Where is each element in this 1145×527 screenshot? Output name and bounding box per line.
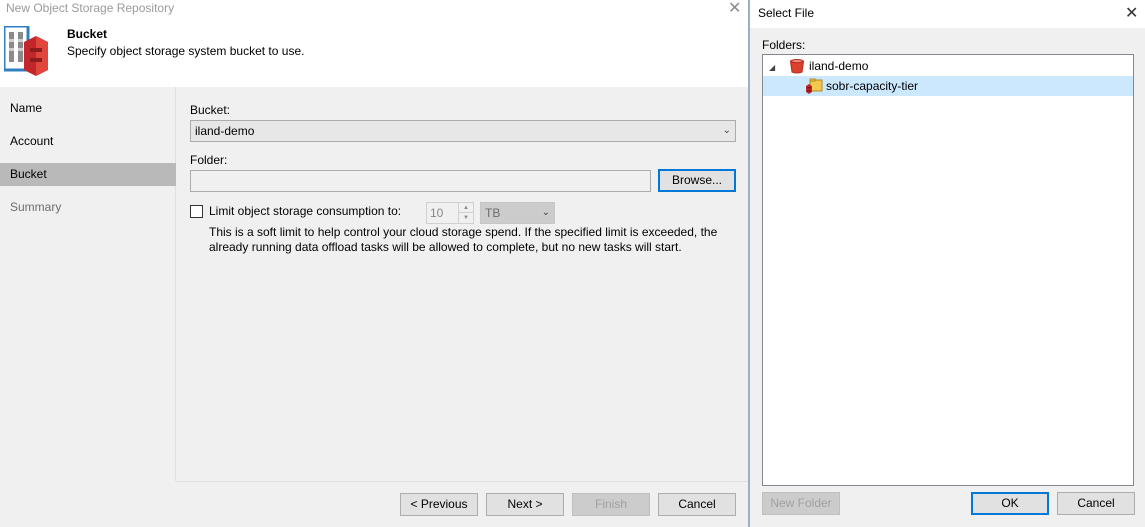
limit-label: Limit object storage consumption to: (209, 204, 402, 218)
folder-label: Folder: (190, 153, 228, 167)
object-storage-logo-icon (4, 26, 48, 76)
previous-button[interactable]: < Previous (400, 493, 478, 516)
stepper-down-icon[interactable]: ▼ (458, 213, 473, 223)
browse-button[interactable]: Browse... (658, 169, 736, 192)
wizard-body: Name Account Bucket Summary Bucket: ilan… (0, 87, 748, 527)
tree-node-root[interactable]: iland-demo (809, 56, 868, 76)
finish-button: Finish (572, 493, 650, 516)
folders-label: Folders: (762, 38, 806, 52)
limit-hint-text: This is a soft limit to help control you… (209, 225, 718, 254)
chevron-down-icon: ⌄ (722, 125, 731, 136)
page-title: Bucket (67, 27, 108, 41)
select-file-dialog: Select File ✕ Folders: ◢ iland-demo sobr… (750, 0, 1145, 527)
dialog-title: Select File (758, 6, 815, 20)
wizard-header: Bucket Specify object storage system buc… (0, 19, 748, 87)
window-title: New Object Storage Repository (6, 1, 175, 15)
folder-input[interactable] (190, 170, 651, 192)
cancel-button[interactable]: Cancel (658, 493, 736, 516)
chevron-down-icon: ⌄ (541, 207, 550, 218)
limit-unit-select[interactable]: TB ⌄ (480, 202, 555, 224)
cancel-button[interactable]: Cancel (1057, 492, 1135, 515)
next-button[interactable]: Next > (486, 493, 564, 516)
bucket-select[interactable]: iland-demo ⌄ (190, 120, 736, 142)
wizard-steps-nav: Name Account Bucket Summary (0, 87, 176, 481)
nav-step-name[interactable]: Name (0, 97, 176, 120)
new-object-storage-wizard: New Object Storage Repository ✕ Bucket S… (0, 0, 748, 527)
folder-tree[interactable]: ◢ iland-demo sobr-capacity-tier (762, 54, 1134, 486)
stepper-up-icon[interactable]: ▲ (458, 203, 473, 213)
page-subtitle: Specify object storage system bucket to … (67, 44, 305, 58)
nav-step-account[interactable]: Account (0, 130, 176, 153)
bucket-select-value: iland-demo (195, 124, 255, 138)
tree-expand-icon[interactable]: ◢ (769, 56, 775, 76)
limit-value-stepper[interactable]: 10 ▲ ▼ (426, 202, 474, 224)
nav-step-summary: Summary (10, 200, 62, 214)
bucket-icon (789, 59, 805, 74)
limit-value: 10 (430, 206, 444, 220)
close-icon[interactable]: ✕ (728, 0, 741, 18)
limit-unit-value: TB (485, 206, 501, 220)
close-icon[interactable]: ✕ (1125, 3, 1138, 23)
ok-button[interactable]: OK (971, 492, 1049, 515)
bucket-label: Bucket: (190, 103, 231, 117)
footer-divider (176, 481, 748, 482)
dialog-titlebar: Select File ✕ (750, 0, 1145, 28)
new-folder-button: New Folder (762, 492, 840, 515)
folder-icon (806, 78, 823, 94)
nav-step-bucket[interactable]: Bucket (0, 163, 176, 186)
tree-node-child[interactable]: sobr-capacity-tier (826, 76, 918, 96)
limit-checkbox[interactable] (190, 205, 203, 218)
